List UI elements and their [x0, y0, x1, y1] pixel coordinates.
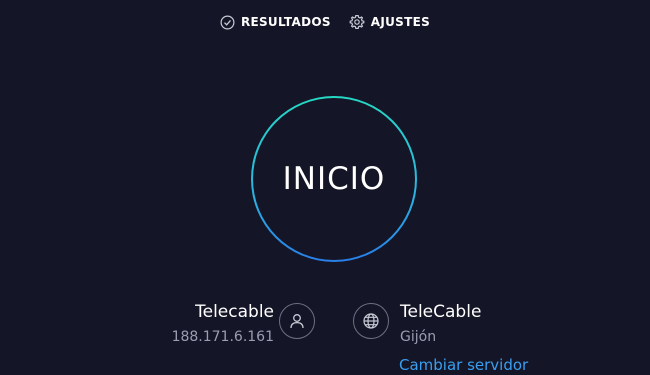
change-server-link[interactable]: Cambiar servidor: [399, 355, 528, 375]
top-nav: RESULTADOS AJUSTES: [0, 14, 650, 30]
provider-ip: 188.171.6.161: [171, 329, 274, 345]
gear-icon: [349, 14, 365, 30]
provider-info: Telecable 188.171.6.161: [168, 300, 274, 347]
start-test-button[interactable]: INICIO: [251, 96, 417, 262]
server-name: TeleCable: [400, 302, 482, 322]
settings-nav-button[interactable]: AJUSTES: [349, 14, 430, 30]
globe-icon: [353, 303, 389, 339]
start-test-area: INICIO: [251, 96, 417, 262]
server-location: Gijón: [400, 329, 437, 345]
server-info: TeleCable Gijón: [400, 300, 640, 347]
check-circle-icon: [220, 15, 235, 30]
results-nav-label: RESULTADOS: [240, 15, 331, 29]
provider-name: Telecable: [195, 302, 274, 322]
results-nav-button[interactable]: RESULTADOS: [220, 15, 331, 30]
settings-nav-label: AJUSTES: [370, 15, 431, 29]
user-icon: [279, 303, 315, 339]
